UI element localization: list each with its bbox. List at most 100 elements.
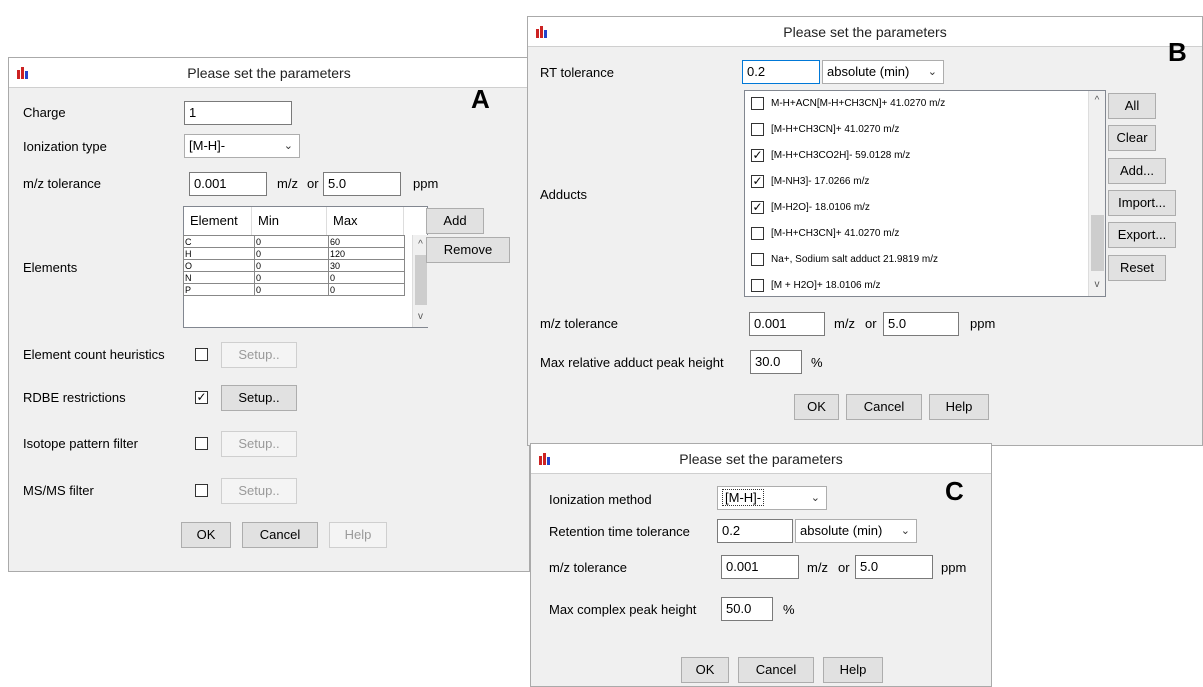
adduct-label: [M-NH3]- 17.0266 m/z [771, 176, 870, 187]
list-item[interactable]: ✓ [M-H+CH3CO2H]- 59.0128 m/z [751, 143, 1081, 169]
table-cell[interactable]: 0 [254, 283, 329, 296]
table-cell[interactable]: 0 [328, 283, 405, 296]
ok-button[interactable]: OK [181, 522, 231, 548]
rt-tolerance-input[interactable]: 0.2 [742, 60, 820, 84]
adduct-checkbox[interactable] [751, 279, 764, 292]
ok-button[interactable]: OK [681, 657, 729, 683]
adduct-checkbox[interactable] [751, 123, 764, 136]
list-item[interactable]: [M-H+CH3CN]+ 41.0270 m/z [751, 117, 1081, 143]
clear-button[interactable]: Clear [1108, 125, 1156, 151]
elements-table[interactable]: Element Min Max C 0 60 H 0 120 O 0 30 N00 P00 … [183, 206, 428, 328]
column-header-min[interactable]: Min [252, 207, 327, 235]
rdbe-setup-button[interactable]: Setup.. [221, 385, 297, 411]
or-label: or [307, 176, 319, 191]
select-all-button[interactable]: All [1108, 93, 1156, 119]
scroll-down-icon[interactable]: v [1089, 279, 1105, 290]
table-cell[interactable]: 0 [254, 235, 329, 248]
table-cell[interactable]: 60 [328, 235, 405, 248]
reset-button[interactable]: Reset [1108, 255, 1166, 281]
add-element-button[interactable]: Add [426, 208, 484, 234]
table-cell[interactable]: C [183, 235, 255, 248]
table-cell[interactable]: 0 [328, 271, 405, 284]
import-button[interactable]: Import... [1108, 190, 1176, 216]
adduct-checkbox[interactable]: ✓ [751, 175, 764, 188]
adducts-scrollbar[interactable]: ^ v [1088, 91, 1105, 296]
help-button[interactable]: Help [823, 657, 883, 683]
retention-time-tolerance-input[interactable]: 0.2 [717, 519, 793, 543]
isotope-pattern-filter-checkbox[interactable] [195, 437, 208, 450]
max-complex-peak-height-input[interactable]: 50.0 [721, 597, 773, 621]
table-row[interactable]: P00 [183, 283, 405, 296]
dialog-c-titlebar[interactable]: Please set the parameters [531, 444, 991, 474]
charge-label: Charge [23, 105, 66, 120]
max-relative-adduct-input[interactable]: 30.0 [750, 350, 802, 374]
list-item[interactable]: M-H+ACN[M-H+CH3CN]+ 41.0270 m/z [751, 91, 1081, 117]
rt-unit-select[interactable]: absolute (min) ⌄ [822, 60, 944, 84]
table-cell[interactable]: 0 [254, 259, 329, 272]
or-label: or [865, 316, 877, 331]
adduct-checkbox[interactable] [751, 253, 764, 266]
list-item[interactable]: Na+, Sodium salt adduct 21.9819 m/z [751, 247, 1081, 273]
mz-tolerance-input[interactable]: 0.001 [721, 555, 799, 579]
table-cell[interactable]: N [183, 271, 255, 284]
adduct-checkbox[interactable] [751, 97, 764, 110]
scroll-down-icon[interactable]: v [413, 311, 428, 322]
ppm-input[interactable]: 5.0 [883, 312, 959, 336]
ok-button[interactable]: OK [794, 394, 839, 420]
dialog-a-titlebar[interactable]: Please set the parameters [9, 58, 529, 88]
scroll-thumb[interactable] [1091, 215, 1104, 271]
table-row[interactable]: H 0 120 [183, 247, 405, 260]
table-cell[interactable]: P [183, 283, 255, 296]
dialog-c: Please set the parameters C Ionization m… [530, 443, 992, 687]
element-count-heuristics-checkbox[interactable] [195, 348, 208, 361]
adduct-checkbox[interactable] [751, 227, 764, 240]
remove-element-button[interactable]: Remove [426, 237, 510, 263]
column-header-max[interactable]: Max [327, 207, 404, 235]
table-cell[interactable]: 120 [328, 247, 405, 260]
adduct-checkbox[interactable]: ✓ [751, 201, 764, 214]
table-cell[interactable]: O [183, 259, 255, 272]
cancel-button[interactable]: Cancel [242, 522, 318, 548]
scroll-up-icon[interactable]: ^ [1089, 95, 1105, 106]
percent-label: % [811, 355, 823, 370]
cancel-button[interactable]: Cancel [846, 394, 922, 420]
mz-unit-label: m/z [277, 176, 298, 191]
panel-letter-c: C [945, 476, 964, 506]
list-item[interactable]: [M + H2O]+ 18.0106 m/z [751, 273, 1081, 296]
isotope-setup-button[interactable]: Setup.. [221, 431, 297, 457]
adduct-label: [M-H+CH3CO2H]- 59.0128 m/z [771, 150, 911, 161]
ppm-input[interactable]: 5.0 [323, 172, 401, 196]
adducts-list[interactable]: M-H+ACN[M-H+CH3CN]+ 41.0270 m/z [M-H+CH3… [744, 90, 1106, 297]
mz-tolerance-input[interactable]: 0.001 [749, 312, 825, 336]
msms-setup-button[interactable]: Setup.. [221, 478, 297, 504]
list-item[interactable]: ✓ [M-NH3]- 17.0266 m/z [751, 169, 1081, 195]
column-header-element[interactable]: Element [184, 207, 252, 235]
table-cell[interactable]: 0 [254, 247, 329, 260]
mz-tolerance-input[interactable]: 0.001 [189, 172, 267, 196]
export-button[interactable]: Export... [1108, 222, 1176, 248]
table-row[interactable]: N00 [183, 271, 405, 284]
table-cell[interactable]: 30 [328, 259, 405, 272]
help-button[interactable]: Help [329, 522, 387, 548]
retention-time-unit-select[interactable]: absolute (min) ⌄ [795, 519, 917, 543]
table-cell[interactable]: 0 [254, 271, 329, 284]
dialog-b-titlebar[interactable]: Please set the parameters [528, 17, 1202, 47]
add-adduct-button[interactable]: Add... [1108, 158, 1166, 184]
adduct-label: [M-H+CH3CN]+ 41.0270 m/z [771, 228, 900, 239]
table-row[interactable]: C 0 60 [183, 235, 405, 248]
adduct-checkbox[interactable]: ✓ [751, 149, 764, 162]
help-button[interactable]: Help [929, 394, 989, 420]
table-row[interactable]: O 0 30 [183, 259, 405, 272]
ionization-method-select[interactable]: [M-H]- ⌄ [717, 486, 827, 510]
ionization-type-select[interactable]: [M-H]- ⌄ [184, 134, 300, 158]
or-label: or [838, 560, 850, 575]
list-item[interactable]: ✓ [M-H2O]- 18.0106 m/z [751, 195, 1081, 221]
msms-filter-checkbox[interactable] [195, 484, 208, 497]
table-cell[interactable]: H [183, 247, 255, 260]
ppm-input[interactable]: 5.0 [855, 555, 933, 579]
list-item[interactable]: [M-H+CH3CN]+ 41.0270 m/z [751, 221, 1081, 247]
heuristics-setup-button[interactable]: Setup.. [221, 342, 297, 368]
charge-input[interactable]: 1 [184, 101, 292, 125]
cancel-button[interactable]: Cancel [738, 657, 814, 683]
rdbe-restrictions-checkbox[interactable]: ✓ [195, 391, 208, 404]
